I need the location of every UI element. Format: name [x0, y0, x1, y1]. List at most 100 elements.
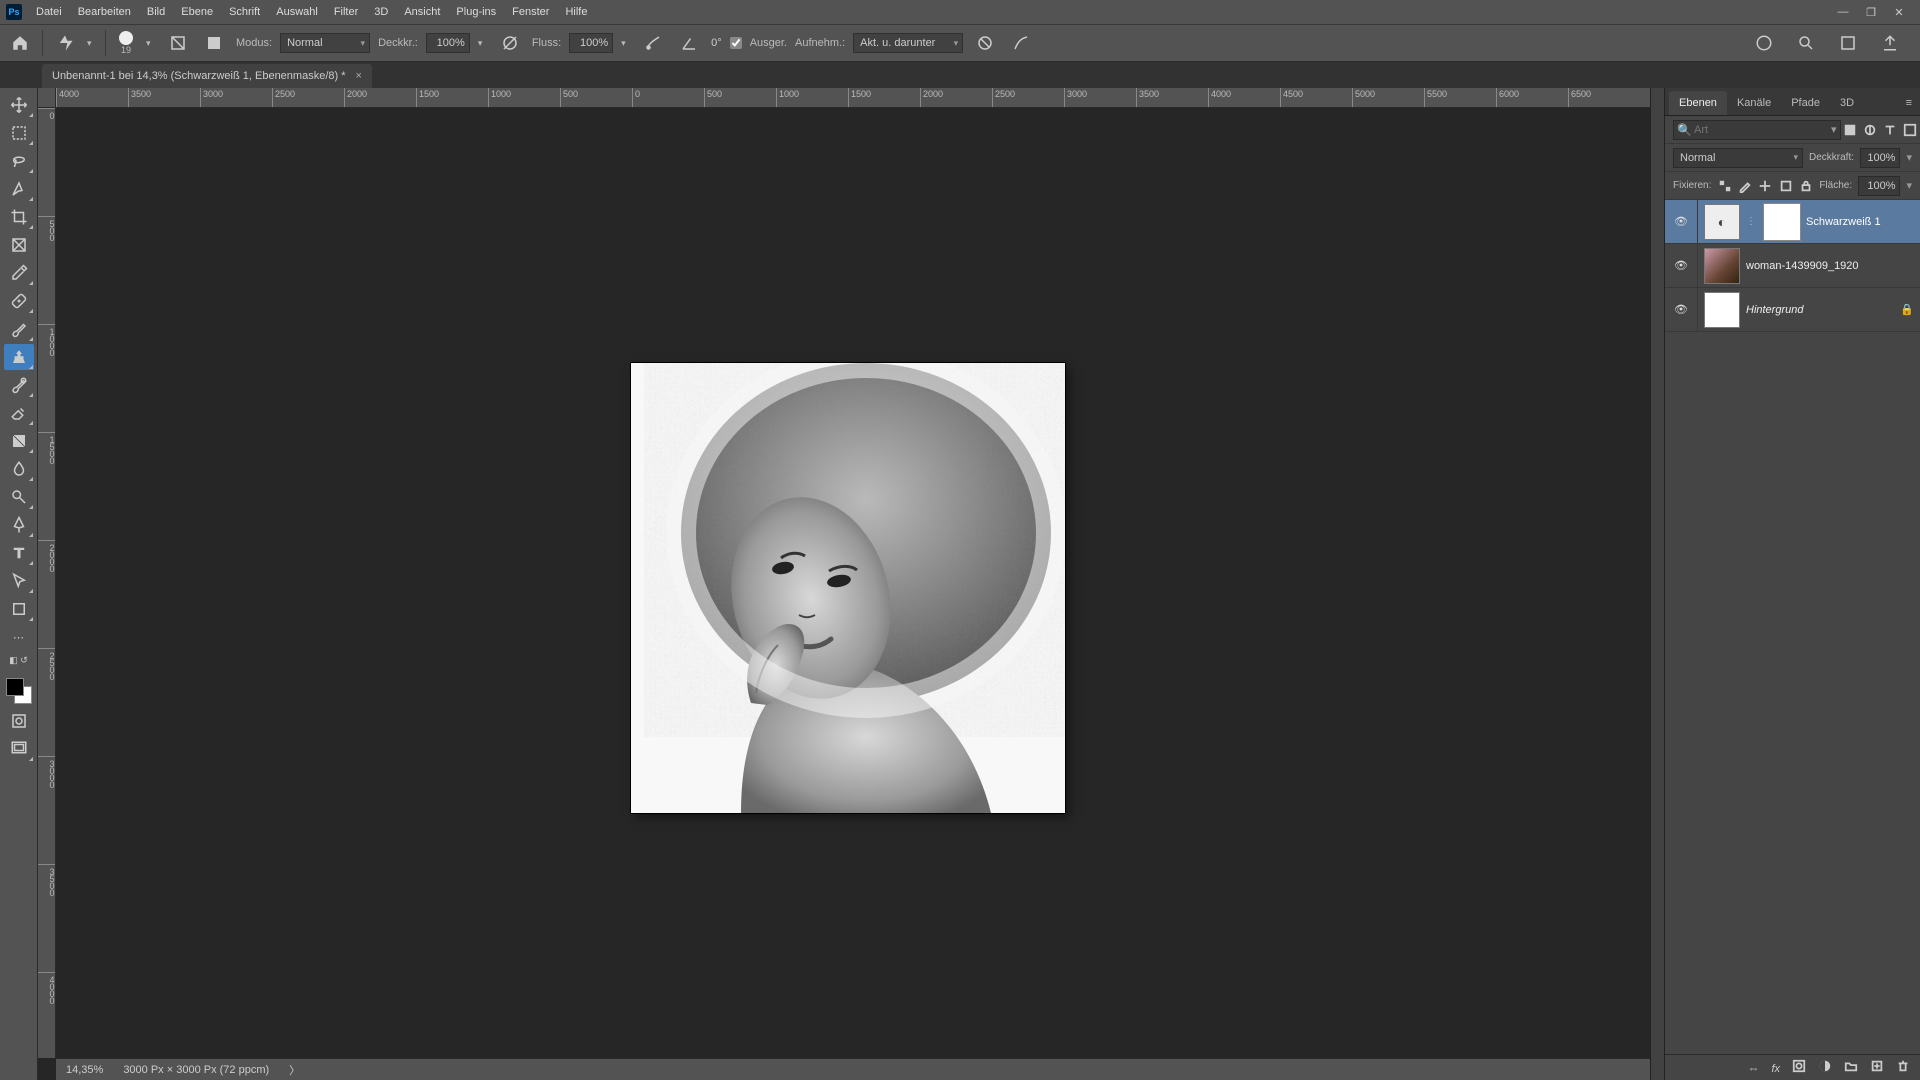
sample-dropdown[interactable]: Akt. u. darunter: [853, 33, 963, 53]
chevron-down-icon[interactable]: ▾: [621, 38, 631, 49]
crop-tool[interactable]: [4, 204, 34, 230]
tool-preset-icon[interactable]: [51, 29, 79, 57]
menu-fenster[interactable]: Fenster: [504, 0, 557, 24]
quick-mask-icon[interactable]: [4, 708, 34, 734]
pressure-opacity-icon[interactable]: [496, 29, 524, 57]
brush-preview[interactable]: 19: [114, 31, 138, 55]
eraser-tool[interactable]: [4, 400, 34, 426]
share-icon[interactable]: [1876, 29, 1904, 57]
tool-extras-icon[interactable]: ◧ ↺: [4, 652, 34, 668]
lock-transparent-icon[interactable]: [1717, 178, 1731, 194]
clone-stamp-tool[interactable]: [4, 344, 34, 370]
dodge-tool[interactable]: [4, 484, 34, 510]
menu-plugins[interactable]: Plug-ins: [448, 0, 504, 24]
menu-ebene[interactable]: Ebene: [173, 0, 221, 24]
history-brush-tool[interactable]: [4, 372, 34, 398]
brush-angle-value[interactable]: 0°: [711, 37, 722, 49]
layer-row[interactable]: 👁 ◐ ⋮ Schwarzweiß 1: [1665, 200, 1920, 244]
home-icon[interactable]: [6, 29, 34, 57]
document-tab[interactable]: Unbenannt-1 bei 14,3% (Schwarzweiß 1, Eb…: [42, 64, 372, 88]
tab-pfade[interactable]: Pfade: [1781, 91, 1830, 115]
menu-datei[interactable]: Datei: [28, 0, 70, 24]
pressure-size-icon[interactable]: [1007, 29, 1035, 57]
layer-name[interactable]: Schwarzweiß 1: [1806, 216, 1914, 228]
ruler-horizontal[interactable]: 4000350030002500200015001000500050010001…: [56, 88, 1650, 108]
blend-mode-dropdown[interactable]: Normal: [280, 33, 370, 53]
aligned-checkbox[interactable]: [730, 37, 742, 49]
visibility-toggle-icon[interactable]: 👁: [1671, 259, 1691, 272]
window-minimize-icon[interactable]: —: [1836, 6, 1850, 19]
more-tools-icon[interactable]: ⋯: [4, 624, 34, 650]
eyedropper-tool[interactable]: [4, 260, 34, 286]
add-mask-icon[interactable]: [1792, 1059, 1806, 1076]
layer-fx-icon[interactable]: fx: [1771, 1061, 1780, 1075]
status-more-icon[interactable]: 〉: [289, 1062, 300, 1078]
status-docinfo[interactable]: 3000 Px × 3000 Px (72 ppcm): [123, 1064, 269, 1076]
chevron-down-icon[interactable]: ▾: [146, 38, 156, 49]
delete-layer-icon[interactable]: [1896, 1059, 1910, 1076]
filter-shape-icon[interactable]: [1903, 122, 1917, 138]
window-restore-icon[interactable]: ❐: [1864, 6, 1878, 19]
arrange-docs-icon[interactable]: [1834, 29, 1862, 57]
new-adjustment-icon[interactable]: [1818, 1059, 1832, 1076]
lock-paint-icon[interactable]: [1738, 178, 1752, 194]
path-select-tool[interactable]: [4, 568, 34, 594]
new-layer-icon[interactable]: [1870, 1059, 1884, 1076]
lock-all-icon[interactable]: [1799, 178, 1813, 194]
ignore-adjustment-icon[interactable]: [971, 29, 999, 57]
visibility-toggle-icon[interactable]: 👁: [1671, 215, 1691, 228]
cloud-docs-icon[interactable]: [1750, 29, 1778, 57]
lock-artboard-icon[interactable]: [1779, 178, 1793, 194]
layer-search-input[interactable]: [1673, 120, 1841, 140]
blur-tool[interactable]: [4, 456, 34, 482]
move-tool[interactable]: [4, 92, 34, 118]
lock-position-icon[interactable]: [1758, 178, 1772, 194]
filter-pixel-icon[interactable]: [1843, 122, 1857, 138]
airbrush-icon[interactable]: [639, 29, 667, 57]
menu-filter[interactable]: Filter: [326, 0, 366, 24]
layer-row[interactable]: 👁 woman-1439909_1920: [1665, 244, 1920, 288]
color-swatches[interactable]: [4, 676, 34, 706]
visibility-toggle-icon[interactable]: 👁: [1671, 303, 1691, 316]
pen-tool[interactable]: [4, 512, 34, 538]
menu-schrift[interactable]: Schrift: [221, 0, 268, 24]
foreground-swatch[interactable]: [6, 678, 24, 696]
layer-mask-thumb[interactable]: [1764, 204, 1800, 240]
brush-panel-icon[interactable]: [200, 29, 228, 57]
layer-name[interactable]: Hintergrund: [1746, 304, 1894, 316]
type-tool[interactable]: [4, 540, 34, 566]
status-zoom[interactable]: 14,35%: [66, 1064, 103, 1076]
layer-thumb-adjustment-icon[interactable]: ◐: [1704, 204, 1740, 240]
new-group-icon[interactable]: [1844, 1059, 1858, 1076]
menu-3d[interactable]: 3D: [366, 0, 396, 24]
chevron-down-icon[interactable]: ▾: [87, 38, 97, 49]
opacity-input[interactable]: 100%: [426, 33, 470, 53]
gradient-tool[interactable]: [4, 428, 34, 454]
layer-thumb[interactable]: [1704, 292, 1740, 328]
layer-blendmode-dropdown[interactable]: Normal: [1673, 148, 1803, 168]
search-icon[interactable]: [1792, 29, 1820, 57]
panel-menu-icon[interactable]: ≡: [1898, 91, 1920, 115]
canvas[interactable]: [56, 108, 1650, 1058]
marquee-tool[interactable]: [4, 120, 34, 146]
filter-type-icon[interactable]: [1883, 122, 1897, 138]
ruler-origin[interactable]: [38, 88, 56, 108]
chevron-down-icon[interactable]: ▾: [478, 38, 488, 49]
window-close-icon[interactable]: ✕: [1892, 6, 1906, 19]
layer-thumb[interactable]: [1704, 248, 1740, 284]
layer-opacity-input[interactable]: 100%: [1860, 148, 1900, 168]
ruler-vertical[interactable]: 05001000150020002500300035004000: [38, 108, 56, 1058]
brush-settings-toggle-icon[interactable]: [164, 29, 192, 57]
tab-kanaele[interactable]: Kanäle: [1727, 91, 1781, 115]
link-layers-icon[interactable]: ⇔: [1747, 1061, 1759, 1075]
frame-tool[interactable]: [4, 232, 34, 258]
close-tab-icon[interactable]: ×: [356, 70, 362, 82]
lock-icon[interactable]: 🔒: [1900, 303, 1914, 316]
tab-ebenen[interactable]: Ebenen: [1669, 91, 1727, 115]
menu-bearbeiten[interactable]: Bearbeiten: [70, 0, 139, 24]
tab-3d[interactable]: 3D: [1830, 91, 1864, 115]
menu-auswahl[interactable]: Auswahl: [268, 0, 326, 24]
collapsed-dock-strip[interactable]: [1650, 88, 1664, 1080]
filter-adjust-icon[interactable]: [1863, 122, 1877, 138]
lasso-tool[interactable]: [4, 148, 34, 174]
